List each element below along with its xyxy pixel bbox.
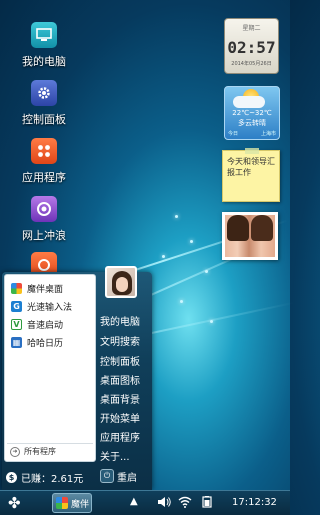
moban-icon	[11, 282, 22, 294]
program-label: 魔伴桌面	[27, 284, 64, 295]
menu-item-desktop-background[interactable]: 桌面背景	[100, 391, 140, 406]
clock-widget[interactable]: 星期二 02:57 2014年05月26日	[224, 18, 279, 74]
sparkle	[210, 320, 213, 323]
start-menu-footer: $ 已赚：2.61元 ⏻ 重启	[2, 464, 152, 490]
all-programs-button[interactable]: ➜ 所有程序	[7, 443, 93, 459]
program-item-input-method[interactable]: G 光速输入法	[5, 297, 95, 315]
coin-icon: $	[6, 472, 17, 483]
computer-icon	[31, 22, 57, 48]
photo-frame-widget[interactable]	[222, 212, 278, 260]
input-method-icon: G	[11, 300, 22, 312]
restart-button[interactable]: ⏻ 重启	[100, 468, 137, 484]
menu-item-applications[interactable]: 应用程序	[100, 429, 140, 444]
weather-city: 上海市	[260, 131, 276, 137]
desktop-icon-label: 应用程序	[22, 171, 66, 184]
apps-icon	[31, 138, 57, 164]
program-list: 魔伴桌面 G 光速输入法 V 音速启动 ▦ 哈哈日历 ➜ 所有程序	[4, 274, 96, 462]
wifi-icon[interactable]	[178, 496, 192, 511]
menu-item-desktop-icons[interactable]: 桌面图标	[100, 372, 140, 387]
photo-image	[225, 215, 275, 257]
start-button[interactable]: ✤	[8, 494, 21, 512]
taskbar-app-label: 魔伴	[71, 499, 90, 510]
launcher-icon: V	[11, 318, 22, 330]
desktop-icon-my-computer[interactable]: 我的电脑	[8, 22, 80, 69]
restart-label: 重启	[117, 472, 137, 484]
desktop-icon-applications[interactable]: 应用程序	[8, 138, 80, 185]
desktop-icon-label: 网上冲浪	[22, 229, 66, 242]
menu-item-start-menu[interactable]: 开始菜单	[100, 410, 140, 425]
program-label: 光速输入法	[27, 302, 73, 313]
taskbar-app-moban[interactable]: 魔伴	[52, 493, 92, 513]
menu-item-search[interactable]: 文明搜索	[100, 333, 140, 348]
sparkle	[175, 215, 178, 218]
battery-icon[interactable]	[200, 496, 214, 511]
program-label: 音速启动	[27, 320, 64, 331]
moban-icon	[56, 497, 68, 509]
clock-day: 星期二	[242, 25, 261, 32]
browser-icon	[31, 196, 57, 222]
tape-icon	[245, 148, 259, 154]
menu-item-my-computer[interactable]: 我的电脑	[100, 313, 140, 328]
program-item-calendar[interactable]: ▦ 哈哈日历	[5, 333, 95, 351]
weather-temp: 22℃~32℃	[232, 109, 272, 117]
cloud-icon	[233, 96, 265, 108]
sparkle	[180, 300, 183, 303]
desktop-icon-label: 我的电脑	[22, 55, 66, 68]
avatar[interactable]	[105, 266, 137, 298]
clock-time: 02:57	[227, 38, 276, 57]
weather-widget[interactable]: 22℃~32℃ 多云转晴 今日 上海市	[224, 86, 280, 140]
sparkle	[205, 270, 208, 273]
program-item-moban-desktop[interactable]: 魔伴桌面	[5, 279, 95, 297]
desktop-icon-browser[interactable]: 网上冲浪	[8, 196, 80, 243]
gear-icon	[31, 80, 57, 106]
program-item-launcher[interactable]: V 音速启动	[5, 315, 95, 333]
clock-date: 2014年05月26日	[231, 61, 272, 67]
taskbar: ✤ 魔伴 ▲ 17:12:32	[0, 490, 290, 515]
weather-today: 今日	[228, 131, 239, 137]
desktop-icon-control-panel[interactable]: 控制面板	[8, 80, 80, 127]
power-icon: ⏻	[100, 469, 114, 483]
clover-icon: ✤	[8, 494, 21, 512]
show-hidden-arrow-icon[interactable]: ▲	[130, 496, 138, 507]
desktop-icon-label: 控制面板	[22, 113, 66, 126]
volume-icon[interactable]	[157, 496, 171, 511]
note-text: 今天和领导汇报工作	[227, 157, 275, 177]
weather-desc: 多云转晴	[238, 119, 266, 127]
menu-item-control-panel[interactable]: 控制面板	[100, 353, 140, 368]
taskbar-clock[interactable]: 17:12:32	[232, 497, 277, 508]
program-label: 哈哈日历	[27, 338, 64, 349]
menu-item-about[interactable]: 关于...	[100, 448, 130, 463]
sparkle	[162, 255, 165, 258]
sticky-note-widget[interactable]: 今天和领导汇报工作	[222, 148, 280, 202]
sparkle	[190, 240, 193, 243]
arrow-right-icon: ➜	[10, 446, 20, 457]
all-programs-label: 所有程序	[24, 447, 56, 456]
earnings-label: 已赚：2.61元	[21, 474, 84, 485]
calendar-icon: ▦	[11, 336, 22, 348]
start-menu: 魔伴桌面 G 光速输入法 V 音速启动 ▦ 哈哈日历 ➜ 所有程序 我的电脑 文…	[2, 266, 152, 490]
earnings: $ 已赚：2.61元	[6, 470, 83, 485]
